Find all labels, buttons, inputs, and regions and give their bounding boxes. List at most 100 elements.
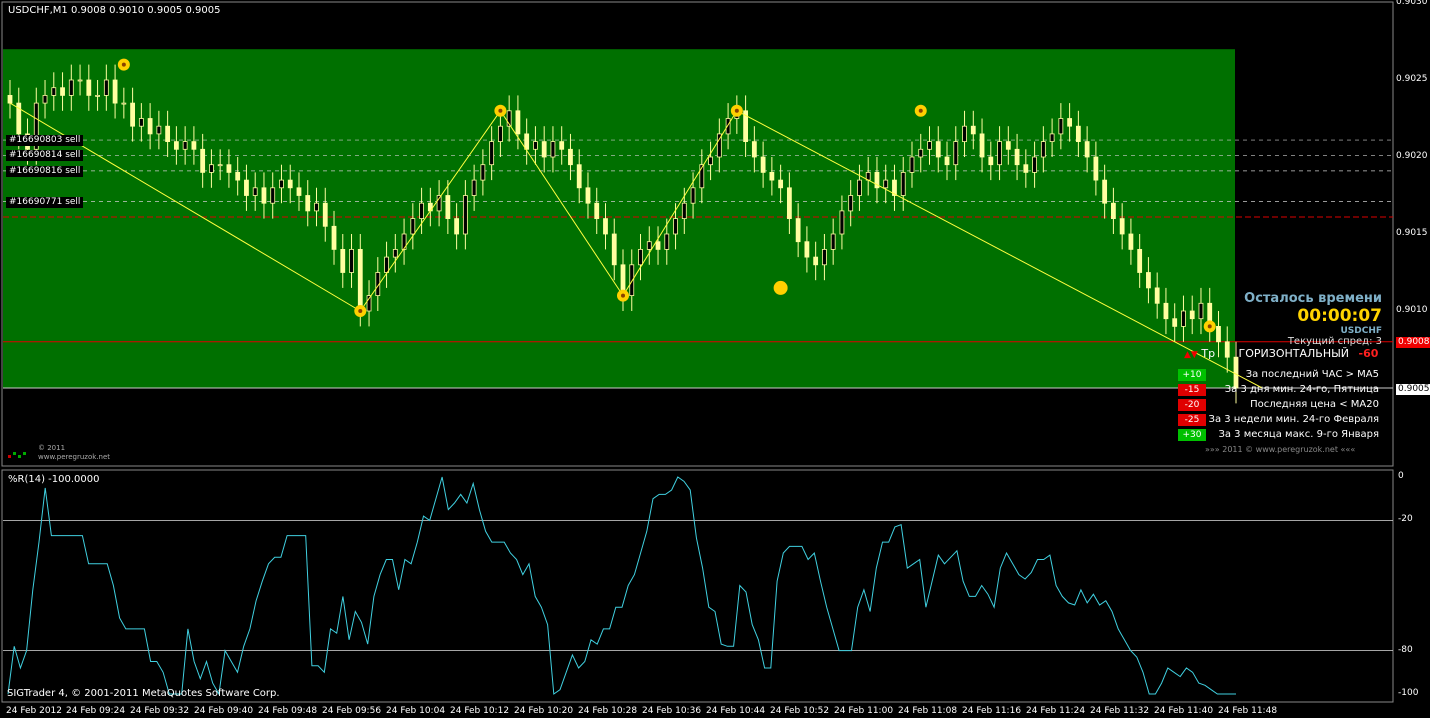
candle-body xyxy=(1023,164,1029,173)
time-axis-label: 24 Feb 09:48 xyxy=(258,706,318,716)
candle-body xyxy=(217,164,223,167)
trend-prefix: Тр xyxy=(1201,347,1216,360)
candle-body xyxy=(962,125,967,142)
candle-body xyxy=(331,225,337,250)
candle-body xyxy=(235,171,241,181)
candle-body xyxy=(1067,118,1073,127)
candle-body xyxy=(138,118,144,127)
candle-body xyxy=(1102,179,1108,204)
fractal-marker-dot xyxy=(121,62,126,67)
trend-name: ГОРИЗОНТАЛЬНЫЙ xyxy=(1238,347,1350,360)
candle-body xyxy=(1128,233,1134,250)
candle-body xyxy=(191,141,197,150)
price-scale-label: 0.9025 xyxy=(1396,74,1428,84)
time-axis-label: 24 Feb 10:52 xyxy=(770,706,830,716)
time-axis-label: 24 Feb 09:32 xyxy=(130,706,190,716)
candle-body xyxy=(1216,325,1221,343)
candle-body xyxy=(462,195,468,235)
signal-marker xyxy=(773,280,788,295)
candle-body xyxy=(445,195,451,220)
time-axis-label: 24 Feb 11:24 xyxy=(1026,706,1086,716)
candle-body xyxy=(953,141,959,166)
candle-body xyxy=(629,264,635,296)
order-ticket[interactable]: #16690771 sell xyxy=(6,196,84,208)
candle-body xyxy=(489,141,495,166)
candle-body xyxy=(112,79,118,104)
bid-price-tag: 0.9008 xyxy=(1396,337,1430,348)
time-axis-label: 24 Feb 2012 xyxy=(6,706,63,716)
candle-body xyxy=(497,125,503,142)
candle-body xyxy=(1189,310,1195,320)
green-zone xyxy=(3,49,1235,388)
candle-body xyxy=(1075,125,1081,142)
candle-body xyxy=(769,171,775,181)
candle-body xyxy=(970,125,976,135)
copyright: SIGTrader 4, © 2001-2011 MetaQuotes Soft… xyxy=(7,688,280,699)
candle-body xyxy=(42,95,48,104)
candle-body xyxy=(655,241,661,250)
candle-body xyxy=(1049,133,1055,142)
order-ticket[interactable]: #16690814 sell xyxy=(6,150,84,162)
candle-body xyxy=(1198,302,1204,320)
time-axis-label: 24 Feb 11:16 xyxy=(962,706,1022,716)
candle-body xyxy=(244,179,249,196)
order-ticket[interactable]: #16690816 sell xyxy=(6,165,84,177)
time-axis-label: 24 Feb 10:04 xyxy=(386,706,446,716)
candle-body xyxy=(900,171,906,196)
candle-body xyxy=(541,141,547,158)
time-axis-label: 24 Feb 11:32 xyxy=(1090,706,1150,716)
candle-body xyxy=(813,256,819,266)
candle-body xyxy=(909,156,915,173)
time-axis-label: 24 Feb 11:48 xyxy=(1218,706,1278,716)
candle-body xyxy=(1172,318,1178,327)
factor-row: +30 За 3 месяца макс. 9-го Января xyxy=(1178,429,1381,441)
wpr-scale-label: 0 xyxy=(1398,471,1404,481)
fractal-marker-dot xyxy=(734,108,739,113)
time-axis-label: 24 Feb 10:28 xyxy=(578,706,638,716)
candle-body xyxy=(77,79,83,82)
candle-body xyxy=(305,195,311,212)
candle-body xyxy=(1137,248,1143,273)
candle-body xyxy=(51,87,57,96)
candle-body xyxy=(795,218,801,243)
candle-body xyxy=(839,210,845,235)
candle-body xyxy=(935,141,941,158)
candle-body xyxy=(1163,302,1169,320)
order-ticket[interactable]: #16690803 sell xyxy=(6,135,84,147)
candle-body xyxy=(979,133,985,158)
candle-body xyxy=(883,179,889,189)
candle-body xyxy=(270,187,276,204)
price-scale-label: 0.9010 xyxy=(1396,305,1428,315)
candle-body xyxy=(1040,141,1046,158)
timer-title: Осталось времени xyxy=(1244,291,1382,306)
candle-body xyxy=(384,256,389,273)
wpr-levels xyxy=(3,520,1393,651)
candle-body xyxy=(1146,272,1151,289)
candle-body xyxy=(1181,310,1186,327)
time-axis-label: 24 Feb 11:40 xyxy=(1154,706,1214,716)
factor-label: За 3 месяца макс. 9-го Января xyxy=(1218,429,1379,440)
candle-body xyxy=(760,156,766,173)
logo-year: © 2011 xyxy=(38,444,66,452)
factor-label: За 3 недели мин. 24-го Февраля xyxy=(1208,414,1379,425)
time-axis-label: 24 Feb 11:00 xyxy=(834,706,894,716)
candle-body xyxy=(156,125,162,135)
wpr-scale-label: -20 xyxy=(1398,514,1413,525)
candle-body xyxy=(121,102,127,105)
factor-badge: -25 xyxy=(1178,414,1206,426)
candle-body xyxy=(226,164,232,173)
time-axis-label: 24 Feb 10:12 xyxy=(450,706,510,716)
candle-body xyxy=(130,102,136,127)
candle-body xyxy=(576,164,582,189)
factor-badge: +10 xyxy=(1178,369,1206,381)
symbol-header: USDCHF,M1 0.9008 0.9010 0.9005 0.9005 xyxy=(8,5,221,16)
factor-badge: -15 xyxy=(1178,384,1206,396)
price-scale-label: 0.9015 xyxy=(1396,228,1428,238)
time-axis-label: 24 Feb 09:24 xyxy=(66,706,126,716)
candle-body xyxy=(392,248,398,258)
candle-body xyxy=(173,141,179,150)
candle-body xyxy=(287,179,293,189)
candle-body xyxy=(480,164,486,181)
factor-label: За последний ЧАС > MA5 xyxy=(1245,369,1379,380)
candle-body xyxy=(419,202,424,219)
